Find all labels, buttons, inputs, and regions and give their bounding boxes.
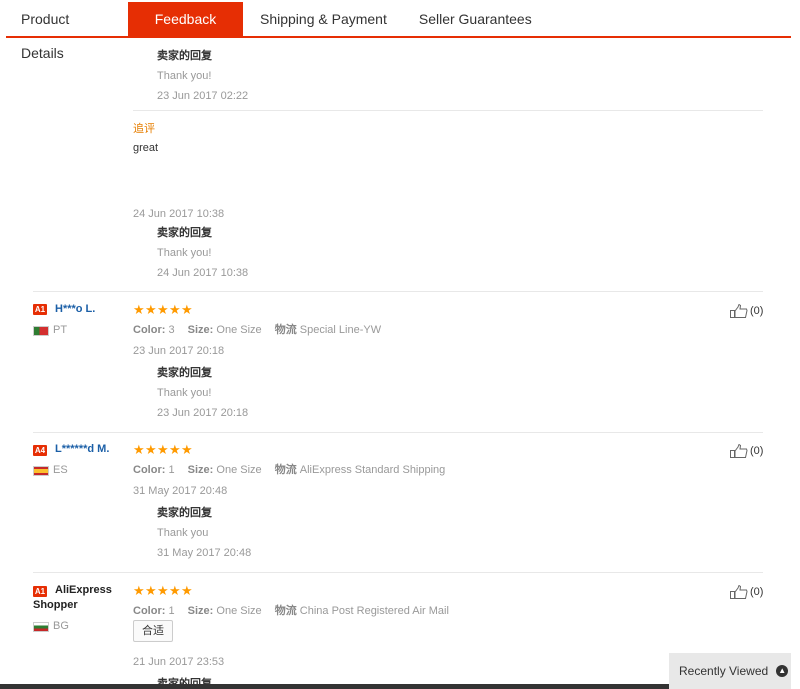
seller-reply-time: 23 Jun 2017 02:22 [157, 90, 249, 102]
recently-viewed-label: Recently Viewed [679, 664, 769, 678]
recently-viewed-button[interactable]: Recently Viewed ▲ [669, 653, 791, 689]
tab-seller-guarantees[interactable]: Seller Guarantees [403, 2, 548, 36]
star-icon: ★ [157, 442, 169, 457]
seller-reply: 卖家的回复 Thank you! 24 Jun 2017 10:38 [157, 223, 248, 283]
star-icon: ★ [169, 442, 181, 457]
logistics-label: 物流 [274, 464, 297, 476]
seller-reply-time: 31 May 2017 20:48 [157, 547, 252, 559]
helpful-count: (0) [750, 445, 764, 457]
chevron-up-icon: ▲ [776, 665, 789, 677]
review-time: 23 Jun 2017 20:18 [133, 345, 225, 357]
star-rating: ★ ★ ★ ★ ★ [133, 302, 193, 317]
followup-time: 24 Jun 2017 10:38 [133, 208, 225, 220]
size-label: Size: [187, 605, 214, 617]
buyer-country: BG [53, 620, 69, 632]
buyer-country: ES [53, 464, 68, 476]
seller-reply-time: 24 Jun 2017 10:38 [157, 267, 249, 279]
seller-reply-title: 卖家的回复 [157, 367, 212, 379]
buyer-name[interactable]: L******d M. [55, 443, 109, 455]
review-divider [33, 291, 763, 292]
order-attributes: Color: 3 Size: One Size 物流 Special Line-… [133, 321, 381, 337]
logistics-value: China Post Registered Air Mail [299, 605, 449, 617]
logistics-value: AliExpress Standard Shipping [299, 464, 446, 476]
star-icon: ★ [157, 583, 169, 598]
star-icon: ★ [145, 442, 157, 457]
seller-reply-title: 卖家的回复 [157, 50, 212, 62]
color-label: Color: [133, 605, 166, 617]
order-attributes: Color: 1 Size: One Size 物流 AliExpress St… [133, 461, 445, 477]
size-value: One Size [216, 324, 262, 336]
seller-reply-time: 23 Jun 2017 20:18 [157, 407, 249, 419]
tab-shipping-payment[interactable]: Shipping & Payment [243, 2, 403, 36]
buyer-name[interactable]: H***o L. [55, 303, 95, 315]
star-icon: ★ [169, 302, 181, 317]
size-label: Size: [187, 464, 214, 476]
thumbs-up-icon [730, 585, 748, 599]
review-tag: 合适 [133, 620, 173, 642]
helpful-button[interactable]: (0) [730, 304, 763, 318]
tab-product-details[interactable]: Product Details [6, 2, 128, 61]
divider [133, 110, 763, 111]
helpful-count: (0) [750, 586, 764, 598]
flag-es-icon [33, 466, 49, 476]
feedback-list: 卖家的回复 Thank you! 23 Jun 2017 02:22 追评 gr… [0, 38, 800, 689]
logistics-value: Special Line-YW [299, 324, 382, 336]
color-label: Color: [133, 464, 166, 476]
tab-bar: Product Details Feedback (15) Shipping &… [6, 2, 791, 61]
helpful-count: (0) [750, 305, 764, 317]
tab-feedback[interactable]: Feedback (15) [128, 2, 243, 61]
star-icon: ★ [169, 583, 181, 598]
flag-bg-icon [33, 622, 49, 632]
buyer-name[interactable]: AliExpress Shopper [33, 583, 123, 613]
seller-reply-text: Thank you! [157, 387, 212, 399]
logistics-label: 物流 [274, 605, 297, 617]
followup-label: 追评 [133, 123, 155, 135]
logistics-label: 物流 [274, 324, 297, 336]
seller-reply-text: Thank you! [157, 247, 212, 259]
color-value: 1 [168, 464, 175, 476]
followup-text: great [133, 142, 159, 154]
star-icon: ★ [133, 302, 145, 317]
seller-reply-text: Thank you [157, 527, 209, 539]
thumbs-up-icon [730, 304, 748, 318]
seller-reply: 卖家的回复 Thank you! 23 Jun 2017 20:18 [157, 363, 248, 423]
thumbs-up-icon [730, 444, 748, 458]
star-icon: ★ [157, 302, 169, 317]
star-icon: ★ [145, 302, 157, 317]
bottom-bar [0, 684, 669, 689]
star-icon: ★ [181, 583, 193, 598]
review-time: 21 Jun 2017 23:53 [133, 656, 225, 668]
seller-reply-text: Thank you! [157, 70, 212, 82]
star-icon: ★ [133, 583, 145, 598]
size-label: Size: [187, 324, 214, 336]
review-time: 31 May 2017 20:48 [133, 485, 228, 497]
color-value: 3 [168, 324, 175, 336]
size-value: One Size [216, 605, 262, 617]
color-value: 1 [168, 605, 175, 617]
size-value: One Size [216, 464, 262, 476]
color-label: Color: [133, 324, 166, 336]
star-icon: ★ [133, 442, 145, 457]
seller-reply: 卖家的回复 Thank you 31 May 2017 20:48 [157, 503, 251, 563]
review-divider [33, 572, 763, 573]
seller-reply-title: 卖家的回复 [157, 227, 212, 239]
buyer-level-badge: A4 [33, 445, 47, 456]
star-icon: ★ [181, 442, 193, 457]
seller-reply: 卖家的回复 Thank you! 23 Jun 2017 02:22 [157, 46, 248, 106]
review-divider [33, 432, 763, 433]
star-rating: ★ ★ ★ ★ ★ [133, 583, 193, 598]
helpful-button[interactable]: (0) [730, 585, 763, 599]
star-icon: ★ [181, 302, 193, 317]
flag-pt-icon [33, 326, 49, 336]
buyer-country: PT [53, 324, 68, 336]
star-rating: ★ ★ ★ ★ ★ [133, 442, 193, 457]
star-icon: ★ [145, 583, 157, 598]
order-attributes: Color: 1 Size: One Size 物流 China Post Re… [133, 602, 449, 618]
helpful-button[interactable]: (0) [730, 444, 763, 458]
buyer-level-badge: A1 [33, 304, 47, 315]
seller-reply-title: 卖家的回复 [157, 507, 212, 519]
